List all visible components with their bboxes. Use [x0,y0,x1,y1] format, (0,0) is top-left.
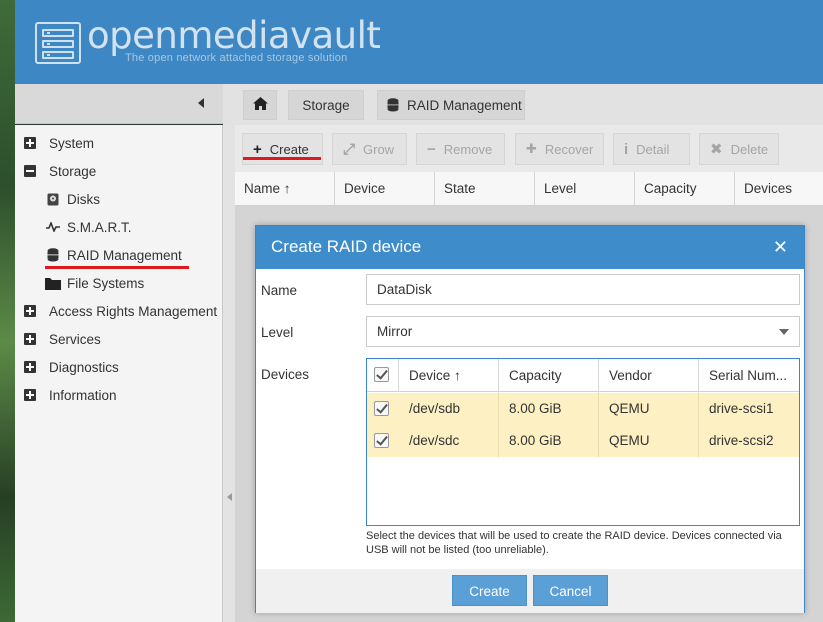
sidebar-item-label: Services [49,331,101,347]
expand-arrows-icon: ⤢ [343,140,356,158]
annotation-underline [243,157,321,160]
table-row[interactable]: /dev/sdc 8.00 GiB QEMU drive-scsi2 [367,425,799,457]
close-icon[interactable]: ✕ [773,237,788,258]
dialog-header: Create RAID device ✕ [256,226,804,269]
create-submit-button[interactable]: Create [452,575,527,606]
sidebar: System Storage Disks S.M.A.R.T. RAID Man… [15,125,223,622]
devices-grid-header: Device ↑ Capacity Vendor Serial Num... [367,359,799,392]
column-name[interactable]: Name ↑ [235,172,335,206]
chevron-down-icon[interactable] [779,329,789,335]
select-all-column[interactable] [367,359,399,392]
column-device[interactable]: Device [335,172,435,206]
sidebar-item-label: S.M.A.R.T. [67,219,132,235]
pulse-icon [45,220,61,234]
devices-grid: Device ↑ Capacity Vendor Serial Num... /… [366,358,800,526]
splitter[interactable] [223,125,235,622]
sidebar-item-file-systems[interactable]: File Systems [45,271,144,295]
splitter-collapse-icon[interactable] [227,493,232,501]
sidebar-item-smart[interactable]: S.M.A.R.T. [45,215,132,239]
column-serial-number[interactable]: Serial Num... [699,359,799,392]
devices-hint: Select the devices that will be used to … [366,530,782,556]
recover-button[interactable]: ✚ Recover [515,133,604,165]
devices-label: Devices [261,367,310,382]
app-title: openmediavault [87,14,381,57]
collapse-sidebar-icon[interactable] [198,98,204,108]
row-checkbox[interactable] [374,401,389,416]
disk-icon [45,192,61,206]
sidebar-item-diagnostics[interactable]: Diagnostics [15,355,119,379]
expand-icon[interactable] [24,389,36,401]
delete-button[interactable]: ✖ Delete [699,133,779,165]
create-raid-dialog: Create RAID device ✕ Name DataDisk Level… [255,225,805,613]
name-label: Name [261,283,298,298]
grow-button[interactable]: ⤢ Grow [332,133,407,165]
column-vendor[interactable]: Vendor [599,359,699,392]
sidebar-item-label: RAID Management [67,247,182,263]
medkit-icon: ✚ [526,141,537,156]
remove-button[interactable]: − Remove [416,133,505,165]
table-row[interactable]: /dev/sdb 8.00 GiB QEMU drive-scsi1 [367,393,799,425]
raid-grid-header: Name ↑ Device State Level Capacity Devic… [235,172,823,206]
sidebar-item-label: File Systems [67,275,145,291]
sidebar-item-label: System [49,135,95,151]
dialog-body: Name DataDisk Level Mirror Devices Devic… [256,269,804,569]
sidebar-item-label: Disks [67,191,100,207]
sidebar-item-label: Access Rights Management [49,303,218,319]
app-header: openmediavault The open network attached… [15,0,823,84]
dialog-title: Create RAID device [271,237,422,256]
server-logo-icon [35,22,81,64]
annotation-underline [45,266,189,269]
create-button[interactable]: + Create [242,133,323,165]
minus-icon: − [427,140,436,158]
database-icon [387,98,399,112]
expand-icon[interactable] [24,361,36,373]
column-devices[interactable]: Devices [735,172,823,206]
app-subtitle: The open network attached storage soluti… [125,52,348,64]
sidebar-item-information[interactable]: Information [15,383,117,407]
sidebar-item-access-rights-management[interactable]: Access Rights Management [15,299,217,323]
row-checkbox[interactable] [374,433,389,448]
database-icon [45,248,61,262]
expand-icon[interactable] [24,305,36,317]
home-icon [252,97,268,113]
sidebar-item-label: Storage [49,163,97,179]
sidebar-item-label: Information [49,387,117,403]
info-icon: i [624,140,629,158]
column-device[interactable]: Device ↑ [399,359,499,392]
sidebar-item-services[interactable]: Services [15,327,101,351]
sort-asc-icon: ↑ [454,368,461,383]
expand-icon[interactable] [24,137,36,149]
detail-button[interactable]: i Detail [613,133,690,165]
cancel-button[interactable]: Cancel [533,575,608,606]
breadcrumb-home[interactable] [243,90,277,120]
close-icon: ✖ [710,141,723,158]
sidebar-item-raid-management[interactable]: RAID Management [45,243,182,267]
select-all-checkbox[interactable] [374,367,389,382]
dialog-footer: Create Cancel [256,569,804,613]
sort-asc-icon: ↑ [283,181,291,196]
expand-icon[interactable] [24,333,36,345]
level-label: Level [261,325,294,340]
column-state[interactable]: State [435,172,535,206]
collapse-icon[interactable] [24,165,36,177]
folder-icon [45,276,61,290]
breadcrumb-storage[interactable]: Storage [288,90,364,120]
sidebar-item-storage[interactable]: Storage [15,159,96,183]
sidebar-item-system[interactable]: System [15,131,94,155]
desktop-background [0,0,15,622]
sidebar-item-label: Diagnostics [49,359,119,375]
breadcrumb-raid-management[interactable]: RAID Management [377,90,525,120]
sidebar-toolbar [15,84,223,124]
level-select[interactable]: Mirror [366,316,800,347]
plus-icon: + [253,140,262,158]
column-capacity[interactable]: Capacity [635,172,735,206]
column-capacity[interactable]: Capacity [499,359,599,392]
name-field[interactable]: DataDisk [366,274,800,305]
column-level[interactable]: Level [535,172,635,206]
sidebar-item-disks[interactable]: Disks [45,187,100,211]
